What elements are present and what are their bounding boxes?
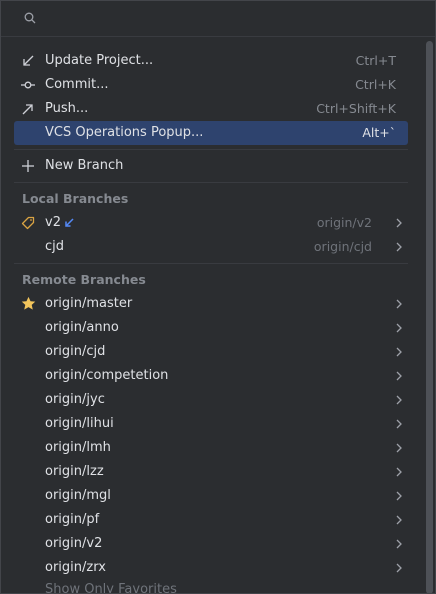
vcs-operations-popup-shortcut: Alt+` bbox=[362, 125, 396, 140]
branch-name: origin/cjd bbox=[45, 344, 106, 359]
remote-branch-origin-v2[interactable]: origin/v2 bbox=[14, 532, 408, 556]
search-bar bbox=[1, 1, 435, 37]
commit-item[interactable]: Commit... Ctrl+K bbox=[14, 73, 408, 97]
arrow-down-left-icon bbox=[23, 55, 34, 66]
chevron-right-icon[interactable] bbox=[394, 515, 404, 525]
remote-branch-origin-lmh[interactable]: origin/lmh bbox=[14, 436, 408, 460]
chevron-right-icon[interactable] bbox=[394, 563, 404, 573]
chevron-right-icon[interactable] bbox=[394, 323, 404, 333]
chevron-right-icon[interactable] bbox=[394, 491, 404, 501]
remote-branch-origin-lihui[interactable]: origin/lihui bbox=[14, 412, 408, 436]
star-icon bbox=[21, 296, 36, 310]
popup-list: Update Project... Ctrl+T Commit... Ctrl+… bbox=[1, 37, 421, 594]
branch-name: origin/mgl bbox=[45, 488, 111, 503]
vcs-operations-popup-item[interactable]: VCS Operations Popup... Alt+` bbox=[14, 121, 408, 145]
chevron-right-icon[interactable] bbox=[394, 467, 404, 477]
local-branch-cjd[interactable]: cjd origin/cjd bbox=[14, 235, 408, 259]
local-branches-header: Local Branches bbox=[22, 191, 129, 206]
push-item[interactable]: Push... Ctrl+Shift+K bbox=[14, 97, 408, 121]
update-project-label: Update Project... bbox=[45, 53, 154, 68]
chevron-right-icon[interactable] bbox=[394, 395, 404, 405]
remote-branch-origin-zrx[interactable]: origin/zrx bbox=[14, 556, 408, 580]
update-project-item[interactable]: Update Project... Ctrl+T bbox=[14, 49, 408, 73]
branch-name: origin/master bbox=[45, 296, 133, 311]
remote-branch-origin-master[interactable]: origin/master bbox=[14, 292, 408, 316]
branch-name: origin/anno bbox=[45, 320, 119, 335]
chevron-right-icon[interactable] bbox=[394, 347, 404, 357]
separator bbox=[14, 149, 408, 150]
tag-icon bbox=[21, 216, 35, 230]
chevron-right-icon[interactable] bbox=[394, 299, 404, 309]
branch-name: origin/lihui bbox=[45, 416, 114, 431]
branch-name: origin/jyc bbox=[45, 392, 105, 407]
arrow-up-right-icon bbox=[22, 104, 33, 115]
remote-branch-origin-anno[interactable]: origin/anno bbox=[14, 316, 408, 340]
branch-name: cjd bbox=[45, 239, 65, 254]
branch-name: origin/lzz bbox=[45, 464, 104, 479]
chevron-right-icon[interactable] bbox=[394, 443, 404, 453]
search-icon bbox=[24, 12, 36, 24]
commit-shortcut: Ctrl+K bbox=[355, 77, 396, 92]
new-branch-item[interactable]: New Branch bbox=[14, 154, 408, 178]
push-label: Push... bbox=[45, 101, 89, 116]
remote-branch-origin-cjd[interactable]: origin/cjd bbox=[14, 340, 408, 364]
branch-name: origin/v2 bbox=[45, 536, 103, 551]
chevron-right-icon[interactable] bbox=[394, 371, 404, 381]
incoming-arrow-icon bbox=[65, 218, 74, 227]
branch-name: origin/pf bbox=[45, 512, 100, 527]
remote-branch-origin-pf[interactable]: origin/pf bbox=[14, 508, 408, 532]
remote-branches-header: Remote Branches bbox=[22, 272, 146, 287]
commit-label: Commit... bbox=[45, 77, 109, 92]
branch-name: origin/zrx bbox=[45, 560, 106, 575]
remote-branch-origin-lzz[interactable]: origin/lzz bbox=[14, 460, 408, 484]
remote-branch-origin-mgl[interactable]: origin/mgl bbox=[14, 484, 408, 508]
separator bbox=[14, 263, 408, 264]
remote-branch-origin-jyc[interactable]: origin/jyc bbox=[14, 388, 408, 412]
chevron-right-icon[interactable] bbox=[394, 419, 404, 429]
branch-name: origin/competetion bbox=[45, 368, 169, 383]
show-only-favorites-link[interactable]: Show Only Favorites bbox=[14, 580, 408, 594]
plus-icon bbox=[22, 160, 34, 172]
scrollbar-thumb[interactable] bbox=[426, 41, 433, 593]
commit-icon bbox=[21, 81, 35, 89]
separator bbox=[14, 182, 408, 183]
remote-branch-origin-competetion[interactable]: origin/competetion bbox=[14, 364, 408, 388]
branch-name: origin/lmh bbox=[45, 440, 111, 455]
branch-name: v2 bbox=[45, 215, 61, 230]
push-shortcut: Ctrl+Shift+K bbox=[316, 101, 396, 116]
show-only-favorites-label: Show Only Favorites bbox=[45, 582, 177, 594]
chevron-right-icon[interactable] bbox=[394, 218, 404, 228]
new-branch-label: New Branch bbox=[45, 158, 124, 173]
tracking-branch: origin/cjd bbox=[313, 239, 372, 254]
vcs-operations-popup-label: VCS Operations Popup... bbox=[45, 125, 204, 140]
chevron-right-icon[interactable] bbox=[394, 242, 404, 252]
branches-popup: Update Project... Ctrl+T Commit... Ctrl+… bbox=[0, 0, 436, 594]
tracking-branch: origin/v2 bbox=[316, 215, 372, 230]
update-project-shortcut: Ctrl+T bbox=[355, 53, 396, 68]
chevron-right-icon[interactable] bbox=[394, 539, 404, 549]
local-branch-v2[interactable]: v2 origin/v2 bbox=[14, 211, 408, 235]
search-input[interactable] bbox=[45, 8, 409, 30]
